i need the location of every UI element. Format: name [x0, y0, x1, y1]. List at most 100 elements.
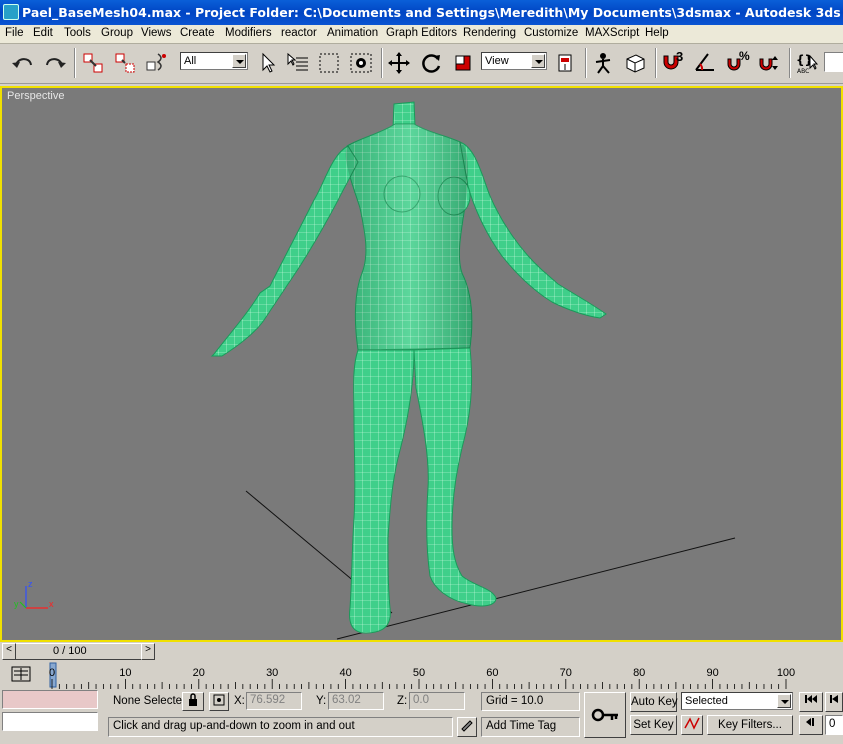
menu-customize[interactable]: Customize: [524, 27, 578, 39]
select-object-button[interactable]: [254, 50, 281, 76]
unlink-icon: [115, 53, 135, 73]
perspective-viewport[interactable]: Perspective z y x: [0, 86, 843, 642]
previous-frame-button[interactable]: [825, 692, 843, 712]
menu-help[interactable]: Help: [645, 27, 669, 39]
use-pivot-center-button[interactable]: [552, 50, 579, 76]
x-coord-field[interactable]: 76.592: [246, 692, 302, 710]
angle-snap-toggle-button[interactable]: [692, 50, 719, 76]
time-tag-icon: [461, 720, 473, 732]
axis-y-label: y: [14, 599, 19, 609]
transform-type-in-icon: [213, 694, 225, 706]
time-slider-prev-button[interactable]: <: [2, 643, 16, 660]
key-filters-button[interactable]: Key Filters...: [707, 715, 793, 735]
auto-key-button[interactable]: Auto Key: [630, 692, 678, 712]
select-and-manipulate-button[interactable]: [590, 50, 617, 76]
select-and-rotate-button[interactable]: [418, 50, 445, 76]
time-slider[interactable]: 0 / 100 < >: [0, 642, 843, 661]
toolbar-separator: [789, 48, 791, 78]
time-slider-next-button[interactable]: >: [141, 643, 155, 660]
menu-reactor[interactable]: reactor: [281, 27, 317, 39]
app-icon[interactable]: [3, 4, 19, 20]
toolbar-separator: [381, 48, 383, 78]
select-and-scale-button[interactable]: [450, 50, 477, 76]
menu-rendering[interactable]: Rendering: [463, 27, 516, 39]
menu-animation[interactable]: Animation: [327, 27, 378, 39]
current-frame-field[interactable]: 0: [825, 715, 843, 735]
menu-file[interactable]: File: [5, 27, 24, 39]
key-mode-dropdown[interactable]: Selected: [681, 692, 793, 710]
y-coord-field[interactable]: 63.02: [328, 692, 384, 710]
bind-to-space-warp-button[interactable]: [144, 50, 171, 76]
track-ruler: 0 10 20 30 40 50 60 70 80 90 100: [48, 661, 843, 689]
maxscript-output-mini[interactable]: [2, 712, 98, 731]
select-and-move-button[interactable]: [386, 50, 413, 76]
window-crossing-button[interactable]: [348, 50, 375, 76]
base-mesh-figure[interactable]: [210, 101, 607, 634]
percent-snap-toggle-button[interactable]: %: [724, 49, 751, 76]
toolbar-separator: [585, 48, 587, 78]
named-selection-sets-field[interactable]: [824, 52, 843, 72]
edit-named-selection-button[interactable]: {} ABC: [794, 50, 821, 76]
rectangle-selection-icon: [319, 53, 339, 73]
menu-edit[interactable]: Edit: [33, 27, 53, 39]
home-grid: [245, 490, 736, 640]
key-mode-toggle-button[interactable]: [799, 715, 823, 735]
current-frame: 0 / 100: [53, 645, 87, 657]
menu-views[interactable]: Views: [141, 27, 171, 39]
snaps-toggle-button[interactable]: 3: [660, 49, 687, 76]
reference-coordinate-value: View: [485, 55, 509, 67]
time-slider-handle[interactable]: 0 / 100: [2, 643, 155, 660]
select-and-link-button[interactable]: [80, 50, 107, 76]
add-time-tag-icon-button[interactable]: [457, 717, 477, 737]
spinner-snap-toggle-button[interactable]: [756, 50, 783, 76]
viewport-label[interactable]: Perspective: [7, 90, 64, 102]
step-back-icon: [830, 695, 838, 703]
y-coord-label: Y:: [316, 695, 327, 707]
set-key-mode-button[interactable]: Set Key: [630, 715, 677, 735]
keyboard-shortcut-override-button[interactable]: [622, 50, 649, 76]
space-warp-icon: [146, 53, 166, 71]
snap-label: 3: [676, 49, 684, 64]
pivot-center-icon: [558, 54, 572, 72]
selection-status: None Selecte: [113, 695, 183, 707]
x-coord-label: X:: [234, 695, 245, 707]
track-tick-label: 70: [560, 667, 572, 679]
menu-group[interactable]: Group: [101, 27, 133, 39]
menu-tools[interactable]: Tools: [64, 27, 91, 39]
z-coord-field[interactable]: 0.0: [409, 692, 465, 710]
selection-filter-value: All: [184, 55, 197, 67]
unlink-selection-button[interactable]: [112, 50, 139, 76]
grid-spacing-display: Grid = 10.0: [481, 692, 580, 711]
menu-graph-editors[interactable]: Graph Editors: [386, 27, 457, 39]
go-to-start-button[interactable]: [799, 692, 823, 712]
menu-create[interactable]: Create: [180, 27, 215, 39]
time-tag-field[interactable]: Add Time Tag: [481, 717, 580, 737]
main-toolbar: All View 3 % {} ABC: [0, 44, 843, 84]
track-tick-label: 40: [339, 667, 351, 679]
rectangular-selection-button[interactable]: [316, 50, 343, 76]
selection-filter-dropdown[interactable]: All: [180, 52, 248, 70]
maxscript-listener-mini[interactable]: [2, 690, 98, 709]
track-bar[interactable]: 0 10 20 30 40 50 60 70 80 90 100: [0, 661, 843, 689]
undo-button[interactable]: [10, 50, 37, 76]
selection-lock-toggle[interactable]: [182, 692, 204, 711]
menu-maxscript[interactable]: MAXScript: [585, 27, 639, 39]
skip-to-start-icon: [805, 695, 817, 703]
menu-modifiers[interactable]: Modifiers: [225, 27, 272, 39]
absolute-mode-transform-toggle[interactable]: [209, 692, 229, 711]
chevron-down-icon: [531, 54, 545, 68]
status-bar: None Selecte X: 76.592 Y: 63.02 Z: 0.0 G…: [0, 689, 843, 744]
svg-text:ABC: ABC: [797, 68, 809, 75]
grid-spacing-label: Grid = 10.0: [486, 695, 544, 707]
open-mini-curve-editor-icon[interactable]: [10, 665, 32, 685]
default-in-out-tangents-button[interactable]: [681, 715, 703, 735]
undo-icon: [12, 58, 32, 68]
track-tick-label: 10: [119, 667, 131, 679]
select-by-name-button[interactable]: [284, 50, 311, 76]
redo-button[interactable]: [41, 50, 68, 76]
axis-x-label: x: [49, 599, 54, 609]
link-icon: [83, 53, 103, 73]
reference-coordinate-dropdown[interactable]: View: [481, 52, 547, 70]
set-key-button[interactable]: [584, 692, 626, 738]
chevron-down-icon: [232, 54, 246, 68]
